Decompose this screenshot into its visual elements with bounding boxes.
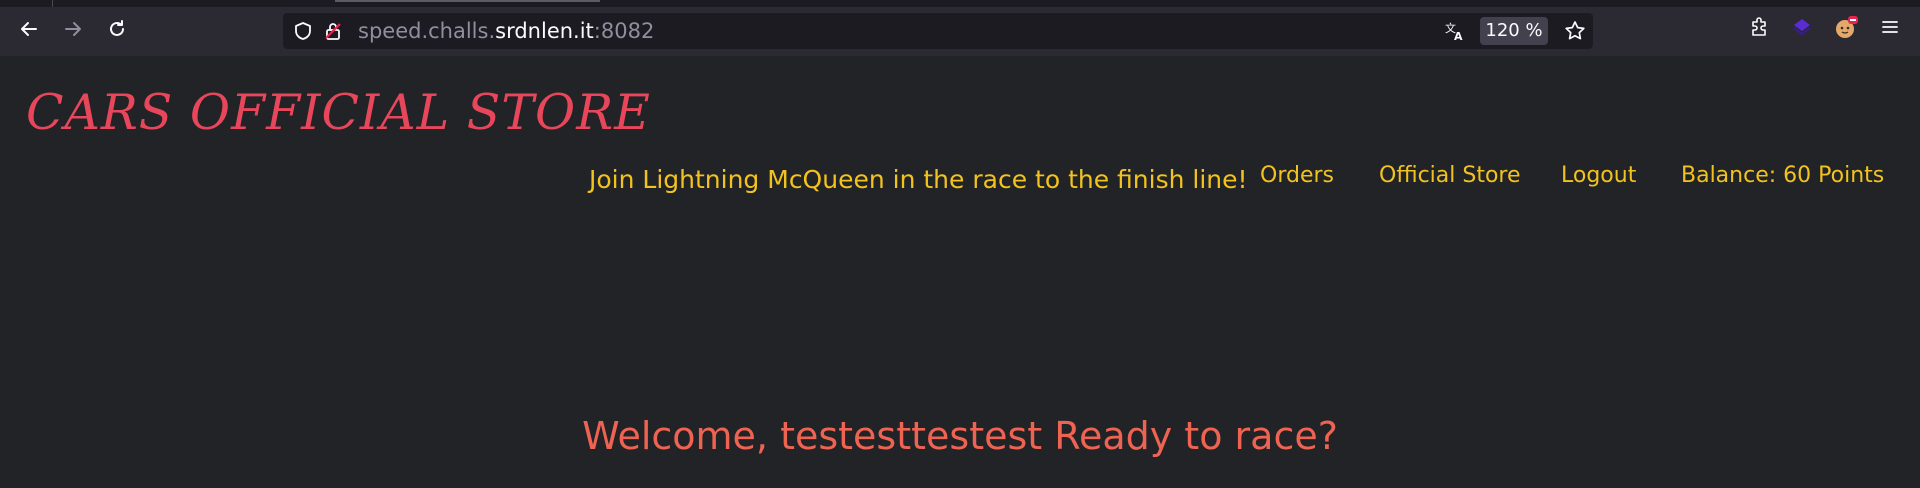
nav-official-store-link[interactable]: Official Store	[1379, 163, 1521, 188]
welcome-heading: Welcome, testesttestest Ready to race?	[582, 414, 1338, 458]
url-port: :8082	[593, 19, 655, 43]
app-menu-button[interactable]	[1875, 14, 1905, 44]
tab-strip	[0, 0, 1920, 7]
nav-balance-link[interactable]: Balance: 60 Points	[1681, 163, 1884, 188]
url-domain: srdnlen.it	[495, 19, 594, 43]
tagline: Join Lightning McQueen in the race to th…	[589, 165, 1248, 194]
extensions-icon	[1748, 16, 1770, 42]
page-content: CARS OFFICIAL STORE Join Lightning McQue…	[0, 56, 1920, 488]
reload-icon	[107, 19, 127, 39]
shield-icon[interactable]	[291, 19, 315, 43]
url-prefix: speed.challs.	[358, 19, 496, 43]
bookmark-star-icon[interactable]	[1563, 19, 1587, 43]
site-title: CARS OFFICIAL STORE	[26, 84, 651, 141]
svg-text:A: A	[1454, 30, 1463, 42]
nav-logout-link[interactable]: Logout	[1561, 163, 1636, 188]
nav-orders-link[interactable]: Orders	[1260, 163, 1334, 188]
profile-avatar-icon	[1833, 14, 1859, 44]
address-bar[interactable]: speed.challs.srdnlen.it:8082 文A 120 %	[283, 13, 1593, 49]
active-tab-indicator[interactable]	[335, 0, 600, 2]
extension-purple-icon	[1790, 15, 1814, 43]
insecure-lock-icon[interactable]	[321, 19, 345, 43]
reload-button[interactable]	[102, 14, 132, 44]
zoom-level-button[interactable]: 120 %	[1480, 17, 1548, 45]
back-icon	[19, 19, 39, 39]
forward-icon	[63, 19, 83, 39]
back-button[interactable]	[14, 14, 44, 44]
extensions-button[interactable]	[1744, 14, 1774, 44]
url-text[interactable]: speed.challs.srdnlen.it:8082	[358, 13, 654, 49]
forward-button[interactable]	[58, 14, 88, 44]
extension-purple-button[interactable]	[1787, 14, 1817, 44]
profile-button[interactable]	[1831, 14, 1861, 44]
browser-toolbar: speed.challs.srdnlen.it:8082 文A 120 %	[0, 0, 1920, 56]
tab-separator	[52, 0, 53, 7]
menu-icon	[1880, 17, 1900, 41]
translate-icon[interactable]: 文A	[1443, 19, 1467, 43]
